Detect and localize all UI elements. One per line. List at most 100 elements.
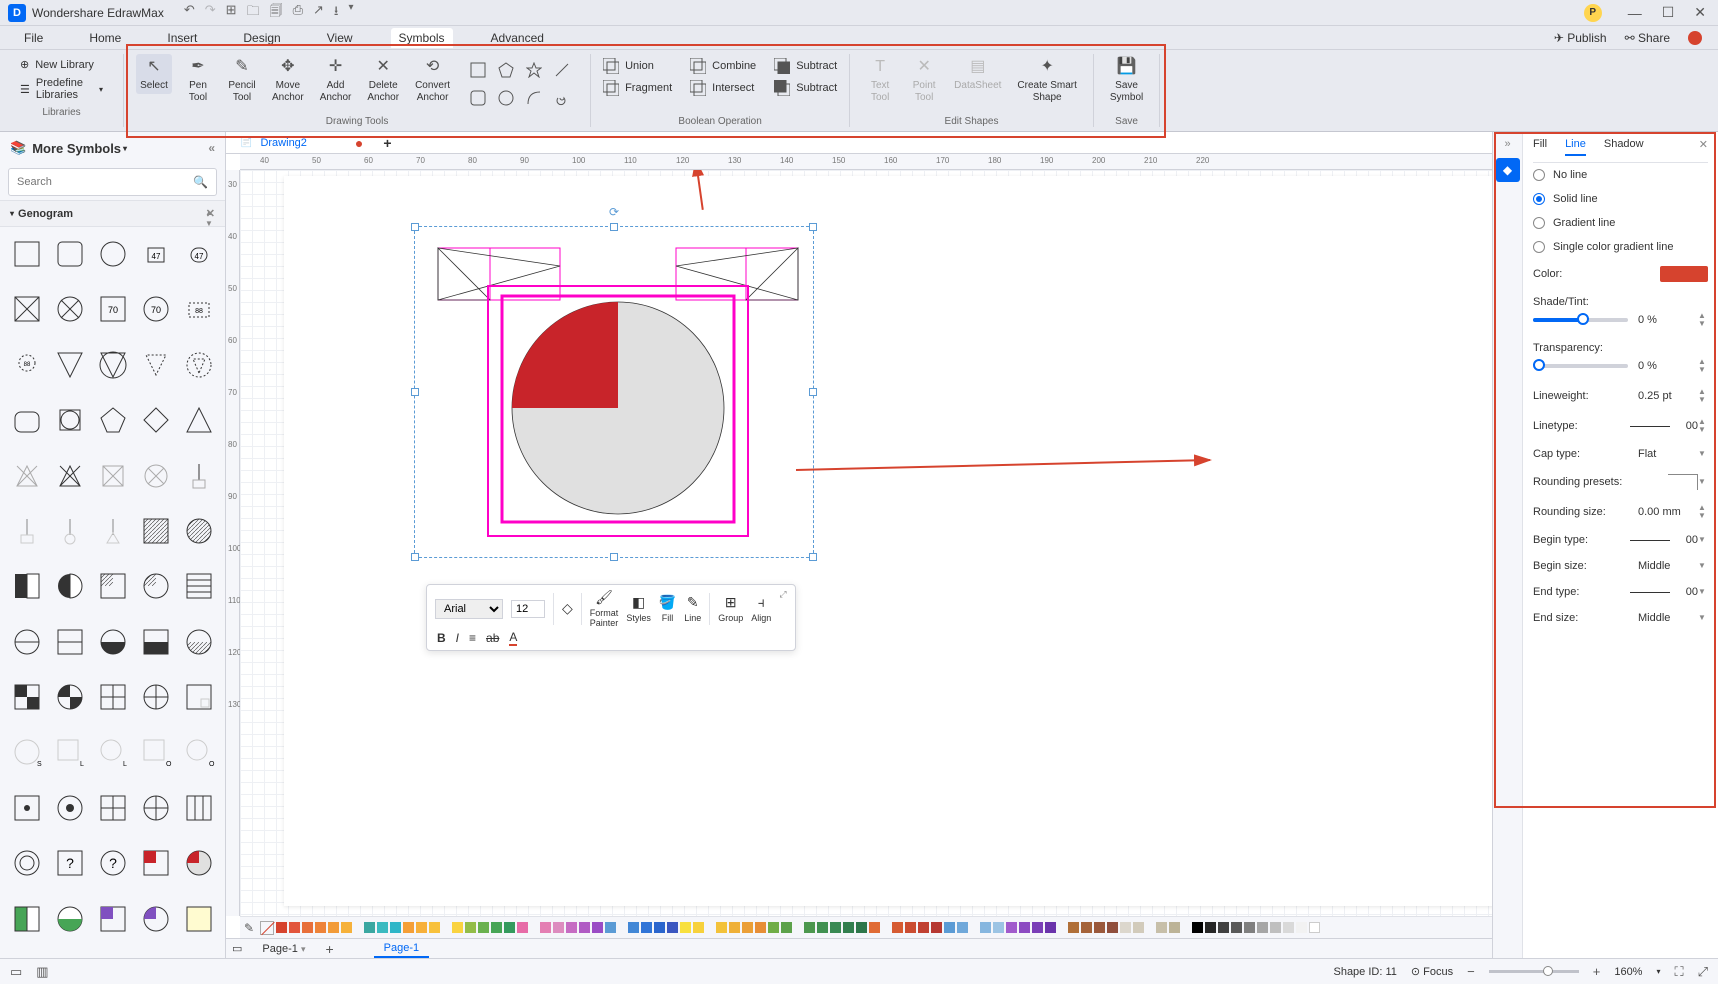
color-swatch-46[interactable] xyxy=(944,922,955,933)
rounding-preset-preview[interactable] xyxy=(1668,474,1698,490)
genogram-shape-24[interactable] xyxy=(180,457,218,495)
page-menu[interactable]: Page-1 ▾ xyxy=(252,941,315,957)
genogram-shape-40[interactable] xyxy=(8,678,46,716)
toolbar-expand-icon[interactable]: ⤢ xyxy=(779,589,786,600)
genogram-shape-34[interactable] xyxy=(180,567,218,605)
export-icon[interactable]: ↗ xyxy=(313,2,324,24)
close-panel-icon[interactable]: ✕ xyxy=(1699,138,1708,156)
point-tool[interactable]: ✕Point Tool xyxy=(906,54,942,106)
minimize-button[interactable]: — xyxy=(1624,5,1646,21)
combine-button[interactable]: Combine xyxy=(690,58,756,74)
save-icon[interactable]: 🗐 xyxy=(270,2,283,24)
page-indicator-icon[interactable]: ▥ xyxy=(36,964,48,980)
genogram-shape-33[interactable] xyxy=(137,567,175,605)
genogram-shape-57[interactable]: ? xyxy=(94,844,132,882)
new-library-button[interactable]: ⊕New Library xyxy=(20,58,103,71)
gray-swatch-4[interactable] xyxy=(1244,922,1255,933)
genogram-shape-25[interactable] xyxy=(8,512,46,550)
rounding-size-spinner[interactable]: ▲▼ xyxy=(1698,504,1708,520)
color-swatch-4[interactable] xyxy=(328,922,339,933)
tab-line[interactable]: Line xyxy=(1565,138,1586,156)
color-swatch-9[interactable] xyxy=(403,922,414,933)
genogram-shape-30[interactable] xyxy=(8,567,46,605)
datasheet-tool[interactable]: ▤DataSheet xyxy=(950,54,1005,94)
search-down[interactable]: ▼ xyxy=(205,219,219,228)
genogram-shape-38[interactable] xyxy=(137,623,175,661)
font-family-select[interactable]: Arial xyxy=(435,599,503,619)
genogram-shape-61[interactable] xyxy=(51,900,89,938)
align-button[interactable]: ⫞Align xyxy=(751,594,771,623)
add-page-button[interactable]: + xyxy=(325,941,333,957)
gray-swatch-3[interactable] xyxy=(1231,922,1242,933)
genogram-shape-29[interactable] xyxy=(180,512,218,550)
color-swatch-12[interactable] xyxy=(452,922,463,933)
select-tool[interactable]: ↖Select xyxy=(136,54,172,94)
genogram-shape-8[interactable]: 70 xyxy=(137,290,175,328)
text-tool[interactable]: TText Tool xyxy=(862,54,898,106)
color-swatch-25[interactable] xyxy=(641,922,652,933)
shape-arc[interactable] xyxy=(522,86,546,110)
gray-swatch-8[interactable] xyxy=(1296,922,1307,933)
genogram-shape-47[interactable]: L xyxy=(94,733,132,771)
no-line-radio[interactable]: No line xyxy=(1533,163,1708,187)
genogram-shape-44[interactable] xyxy=(180,678,218,716)
notifications-icon[interactable] xyxy=(1688,31,1702,45)
rail-style-icon[interactable]: ◆ xyxy=(1496,158,1520,182)
search-input[interactable] xyxy=(17,176,193,188)
focus-button[interactable]: ⊙ Focus xyxy=(1411,965,1453,978)
doc-tab[interactable]: Drawing2 xyxy=(260,137,306,149)
share-button[interactable]: ⚯ Share xyxy=(1625,31,1670,45)
color-swatch-34[interactable] xyxy=(768,922,779,933)
begin-type-spinner[interactable]: ▼ xyxy=(1698,536,1708,544)
shade-spinner[interactable]: ▲▼ xyxy=(1698,312,1708,328)
color-swatch-30[interactable] xyxy=(716,922,727,933)
color-swatch-49[interactable] xyxy=(993,922,1004,933)
line-button[interactable]: ✎Line xyxy=(684,594,701,623)
color-swatch-29[interactable] xyxy=(693,922,704,933)
genogram-shape-41[interactable] xyxy=(51,678,89,716)
color-swatch-33[interactable] xyxy=(755,922,766,933)
genogram-shape-35[interactable] xyxy=(8,623,46,661)
color-swatch-14[interactable] xyxy=(478,922,489,933)
genogram-shape-15[interactable] xyxy=(8,401,46,439)
genogram-shape-55[interactable] xyxy=(8,844,46,882)
search-icon[interactable]: 🔍 xyxy=(193,175,208,189)
color-swatch-44[interactable] xyxy=(918,922,929,933)
genogram-shape-32[interactable] xyxy=(94,567,132,605)
bold-button[interactable]: B xyxy=(437,631,446,645)
genogram-shape-27[interactable] xyxy=(94,512,132,550)
tab-shadow[interactable]: Shadow xyxy=(1604,138,1644,156)
genogram-shape-53[interactable] xyxy=(137,789,175,827)
zoom-in-icon[interactable]: + xyxy=(1593,964,1601,979)
search-up[interactable]: ▲ xyxy=(205,208,219,217)
color-swatch-28[interactable] xyxy=(680,922,691,933)
intersect-button[interactable]: Intersect xyxy=(690,80,756,96)
genogram-shape-43[interactable] xyxy=(137,678,175,716)
genogram-shape-1[interactable] xyxy=(51,235,89,273)
linetype-spinner[interactable]: ▲▼ xyxy=(1698,418,1708,434)
gradient-line-radio[interactable]: Gradient line xyxy=(1533,211,1708,235)
gray-swatch-2[interactable] xyxy=(1218,922,1229,933)
eyedropper-icon[interactable]: ✎ xyxy=(244,921,254,935)
genogram-shape-52[interactable] xyxy=(94,789,132,827)
styles-button[interactable]: ◧Styles xyxy=(626,594,651,623)
lineweight-spinner[interactable]: ▲▼ xyxy=(1698,388,1708,404)
format-painter-button[interactable]: 🖌Format Painter xyxy=(590,589,619,628)
color-swatch-31[interactable] xyxy=(729,922,740,933)
fill-button[interactable]: 🪣Fill xyxy=(659,594,676,623)
color-swatch-57[interactable] xyxy=(1107,922,1118,933)
genogram-shape-58[interactable] xyxy=(137,844,175,882)
subtract-back-button[interactable]: Subtract xyxy=(774,80,837,96)
begin-size-value[interactable]: Middle xyxy=(1638,560,1698,572)
delete-anchor-tool[interactable]: ✕Delete Anchor xyxy=(363,54,403,106)
end-size-spinner[interactable]: ▼ xyxy=(1698,614,1708,622)
page-tab-1[interactable]: Page-1 xyxy=(374,940,429,958)
color-swatch-3[interactable] xyxy=(315,922,326,933)
color-swatch-23[interactable] xyxy=(605,922,616,933)
color-swatch-54[interactable] xyxy=(1068,922,1079,933)
user-avatar[interactable]: P xyxy=(1584,4,1602,22)
fragment-button[interactable]: Fragment xyxy=(603,80,672,96)
shade-slider[interactable] xyxy=(1533,318,1628,322)
genogram-shape-10[interactable]: 88 xyxy=(8,346,46,384)
color-swatch-27[interactable] xyxy=(667,922,678,933)
